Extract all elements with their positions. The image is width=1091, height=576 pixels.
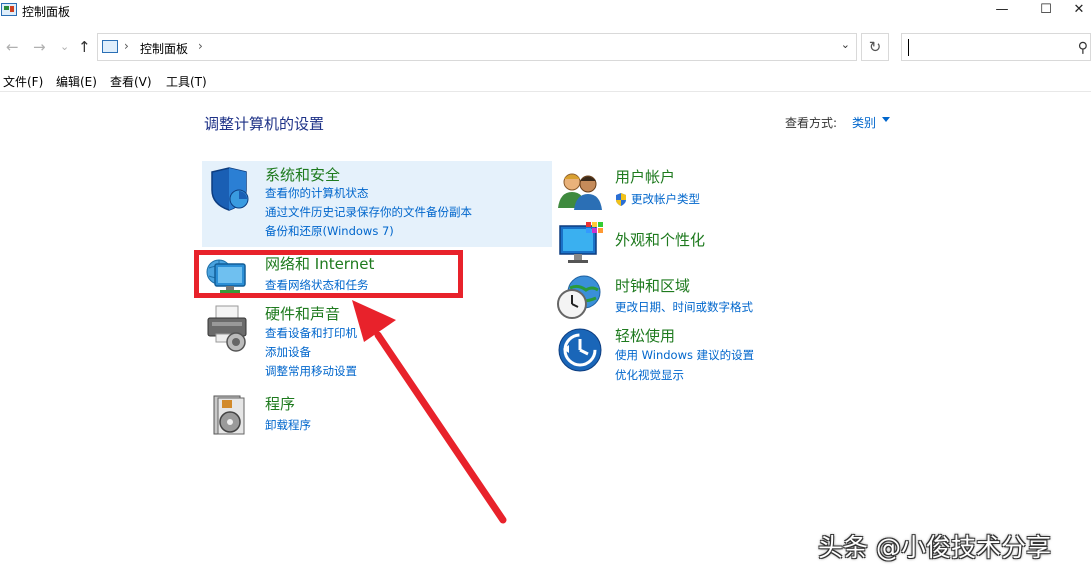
programs-icon[interactable] [210, 394, 256, 440]
link-uninstall-program[interactable]: 卸载程序 [265, 417, 311, 433]
menu-view[interactable]: 查看(V) [110, 73, 152, 90]
category-title-hardware-sound[interactable]: 硬件和声音 [265, 303, 340, 324]
category-title-clock-region[interactable]: 时钟和区域 [615, 275, 690, 296]
maximize-button[interactable]: ☐ [1023, 0, 1069, 22]
category-title-user-accounts[interactable]: 用户帐户 [615, 166, 675, 187]
navigation-bar: ← → ⌄ ↑ › 控制面板 › ⌄ ↻ ⚲ [0, 30, 1091, 64]
minimize-button[interactable]: — [979, 0, 1025, 22]
link-backup-restore[interactable]: 备份和还原(Windows 7) [265, 223, 394, 239]
category-title-system-security[interactable]: 系统和安全 [265, 164, 340, 185]
shield-icon[interactable] [206, 166, 252, 212]
title-bar: 控制面板 — ☐ ✕ [0, 0, 1091, 22]
address-bar[interactable]: › 控制面板 › ⌄ [97, 33, 857, 61]
accessibility-icon[interactable] [557, 327, 603, 373]
breadcrumb-control-panel[interactable]: 控制面板 [140, 40, 188, 57]
control-panel-icon [102, 40, 118, 53]
search-input[interactable]: ⚲ [901, 33, 1091, 61]
menu-file[interactable]: 文件(F) [3, 73, 43, 90]
uac-shield-icon [615, 191, 627, 206]
forward-button[interactable]: → [33, 38, 46, 56]
window-title: 控制面板 [22, 5, 71, 19]
link-view-computer-status[interactable]: 查看你的计算机状态 [265, 185, 369, 201]
link-recommended-settings[interactable]: 使用 Windows 建议的设置 [615, 347, 754, 363]
view-by-dropdown[interactable]: 类别 [852, 114, 876, 131]
text-caret [908, 39, 909, 56]
recent-locations-button[interactable]: ⌄ [60, 40, 69, 53]
link-mobility-settings[interactable]: 调整常用移动设置 [265, 363, 357, 379]
control-panel-icon [1, 3, 17, 16]
category-title-appearance[interactable]: 外观和个性化 [615, 229, 705, 250]
link-file-history[interactable]: 通过文件历史记录保存你的文件备份副本 [265, 204, 472, 220]
address-dropdown-icon[interactable]: ⌄ [841, 38, 850, 51]
close-button[interactable]: ✕ [1067, 0, 1091, 22]
monitor-icon[interactable] [558, 220, 606, 266]
search-icon[interactable]: ⚲ [1078, 40, 1088, 56]
link-optimize-visual-display[interactable]: 优化视觉显示 [615, 367, 684, 383]
menu-bar: 文件(F) 编辑(E) 查看(V) 工具(T) [0, 70, 1091, 92]
breadcrumb-separator[interactable]: › [198, 39, 203, 53]
annotation-highlight-box [194, 250, 463, 298]
breadcrumb-separator[interactable]: › [124, 39, 129, 53]
menu-edit[interactable]: 编辑(E) [56, 73, 97, 90]
view-by-label: 查看方式: [785, 116, 838, 130]
watermark-text: 头条 @小俊技术分享 [818, 533, 1051, 562]
link-change-account-type[interactable]: 更改帐户类型 [631, 191, 700, 207]
caret-down-icon[interactable] [882, 117, 890, 122]
back-button[interactable]: ← [6, 38, 19, 56]
up-button[interactable]: ↑ [78, 38, 91, 56]
category-title-programs[interactable]: 程序 [265, 393, 295, 414]
category-title-ease-of-access[interactable]: 轻松使用 [615, 325, 675, 346]
clock-globe-icon[interactable] [556, 274, 602, 320]
menu-tools[interactable]: 工具(T) [166, 73, 207, 90]
printer-icon[interactable] [206, 304, 252, 352]
link-add-device[interactable]: 添加设备 [265, 344, 311, 360]
page-title: 调整计算机的设置 [204, 115, 325, 133]
refresh-button[interactable]: ↻ [861, 33, 889, 61]
link-devices-printers[interactable]: 查看设备和打印机 [265, 325, 357, 341]
users-icon[interactable] [558, 170, 604, 216]
link-change-date-time-format[interactable]: 更改日期、时间或数字格式 [615, 299, 753, 315]
